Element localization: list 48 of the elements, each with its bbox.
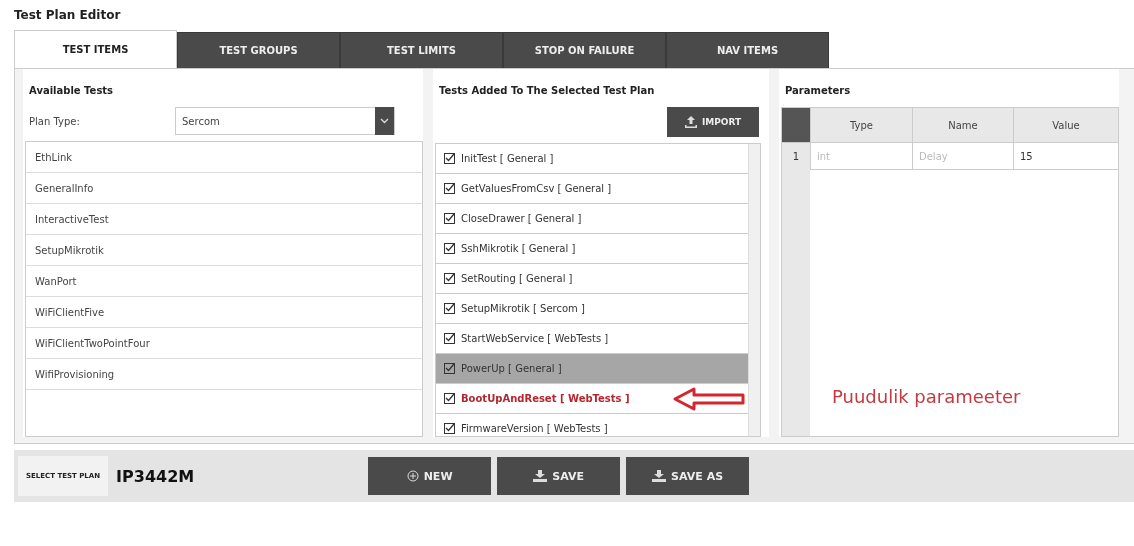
field-label: Plan Type: [29, 115, 81, 127]
row-number: 1 [782, 142, 810, 170]
plan-type-dropdown[interactable]: Sercom [175, 107, 395, 135]
list-item[interactable]: EthLink [26, 142, 422, 173]
tab[interactable]: STOP ON FAILURE [503, 32, 666, 68]
list-item[interactable]: WiFiClientFive [26, 297, 422, 328]
footer-button[interactable]: NEW [368, 457, 492, 495]
plus-circle-icon [406, 470, 419, 482]
checkbox-checked-icon [444, 333, 455, 344]
tab[interactable]: NAV ITEMS [666, 32, 829, 68]
checkbox-checked-icon [444, 423, 455, 434]
annotation-text: Puudulik parameeter [832, 386, 1021, 407]
section-title: Parameters [784, 84, 852, 98]
list-item[interactable]: WanPort [26, 266, 422, 297]
checkbox-checked-icon [444, 303, 455, 314]
column-header: Value [1013, 108, 1118, 142]
list-item[interactable]: InteractiveTest [26, 204, 422, 235]
tab[interactable]: TEST ITEMS [14, 30, 177, 68]
checkbox-checked-icon [444, 273, 455, 284]
section-title: Tests Added To The Selected Test Plan [438, 84, 656, 98]
footer-button[interactable]: SAVE [497, 457, 621, 495]
checkbox-checked-icon [444, 243, 455, 254]
checkbox-checked-icon [444, 363, 455, 374]
checkbox-checked-icon [444, 153, 455, 164]
chevron-down-icon [380, 118, 389, 124]
checkbox-checked-icon [444, 213, 455, 224]
upload-icon [684, 116, 697, 128]
table-corner [782, 108, 810, 142]
section-title: Available Tests [28, 84, 115, 98]
plan-name: IP3442M [115, 466, 196, 486]
checkbox-checked-icon [444, 393, 455, 404]
footer-button[interactable]: SAVE AS [626, 457, 750, 495]
import-button[interactable]: IMPORT [667, 107, 759, 137]
table-cell[interactable]: 15 [1013, 142, 1118, 170]
tab[interactable]: TEST GROUPS [177, 32, 340, 68]
checkbox-checked-icon [444, 183, 455, 194]
list-item[interactable]: WiFiClientTwoPointFour [26, 328, 422, 359]
list-item[interactable]: SetupMikrotik [26, 235, 422, 266]
scrollbar[interactable] [748, 144, 760, 436]
window-title: Test Plan Editor [13, 7, 122, 24]
column-header: Type [810, 108, 912, 142]
column-header: Name [912, 108, 1013, 142]
tab[interactable]: TEST LIMITS [340, 32, 503, 68]
list-item[interactable]: GeneralInfo [26, 173, 422, 204]
test-item[interactable]: PowerUp [ General ] [436, 354, 748, 384]
list-item[interactable]: WifiProvisioning [26, 359, 422, 390]
download-icon [652, 470, 667, 482]
download-icon [533, 470, 548, 482]
